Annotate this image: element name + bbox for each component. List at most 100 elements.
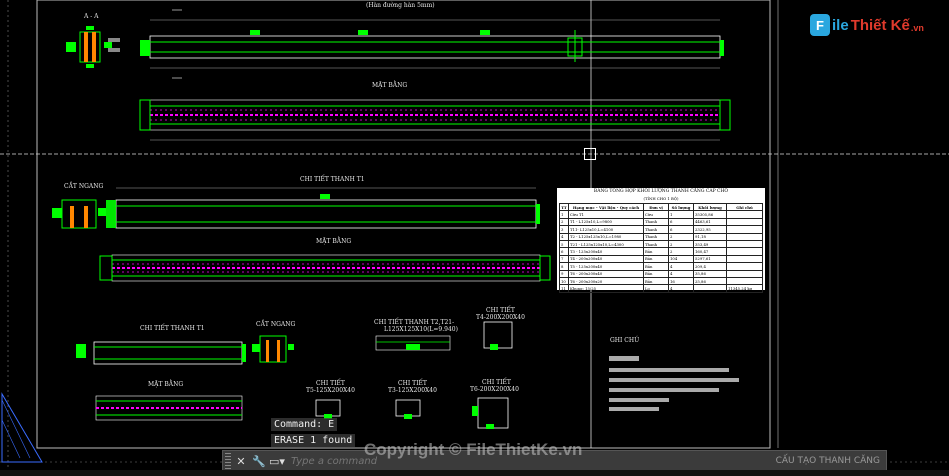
table-cell: Bản xyxy=(643,254,669,264)
table-cell xyxy=(726,247,763,256)
table-cell: T21 - L125x125x10,L=4300 xyxy=(568,239,644,249)
status-strip xyxy=(0,470,949,476)
table-cell: 2 xyxy=(668,232,694,241)
table-cell xyxy=(726,239,763,249)
table-cell: 5297,61 xyxy=(693,254,727,264)
table-cell: T6 - 200x200x40 xyxy=(568,269,644,278)
cat-ngang-2-drawing xyxy=(252,335,294,363)
table-cell: 2322,95 xyxy=(693,225,727,234)
command-history-line-2: ERASE 1 found xyxy=(271,434,356,447)
t3-plate-drawing xyxy=(395,399,421,419)
table-cell: 4 xyxy=(668,284,694,293)
table-cell: 10 xyxy=(559,276,569,286)
table-cell xyxy=(726,269,763,278)
table-title: BẢNG TỔNG HỢP KHỐI LƯỢNG THANH CĂNG CAP … xyxy=(593,189,729,194)
logo-word2: Thiết Kế xyxy=(850,16,910,34)
table-cell: 9 xyxy=(559,269,569,278)
table-row: 9 T6 - 200x200x40 Bản 4 35,86 xyxy=(559,269,763,278)
table-cell: Thanh xyxy=(643,217,669,227)
logo-word3: .vn xyxy=(910,22,924,33)
table-cell: Bản xyxy=(643,269,669,278)
plan-3-drawing xyxy=(95,395,243,421)
label-chi-tiet-t3-sub: T3-125X200X40 xyxy=(388,387,437,394)
label-section-aa: A - A xyxy=(84,13,99,20)
table-cell: 104 xyxy=(668,254,694,264)
wrench-icon[interactable]: 🔧 xyxy=(251,453,267,469)
table-cell: 25,86 xyxy=(693,276,727,286)
beam-t1-detail-small xyxy=(76,341,246,365)
table-cell: 11345,24 kg xyxy=(726,284,763,293)
table-cell: Bản xyxy=(643,262,669,271)
table-cell: 1 xyxy=(668,210,694,219)
table-cell: 353,49 xyxy=(693,239,727,249)
label-chi-tiet-t6-sub: T6-200X200X40 xyxy=(470,386,519,393)
table-cell: 7 xyxy=(559,254,569,264)
command-bar-grip[interactable] xyxy=(225,453,231,469)
label-cat-ngang-1: CẮT NGANG xyxy=(64,183,104,190)
table-cell: 2 xyxy=(559,217,569,227)
quantity-table-panel: BẢNG TỔNG HỢP KHỐI LƯỢNG THANH CĂNG CAP … xyxy=(557,188,765,293)
table-row: 8 T5 - 125x200x40 Bản 4 209,4 xyxy=(559,262,763,271)
table-row: 5 T21 - L125x125x10,L=4300 Thanh 2 353,49 xyxy=(559,239,763,249)
table-cell: 3 xyxy=(559,225,569,234)
label-chi-tiet-t2-sub: L125X125X10(L=9.940) xyxy=(384,326,458,333)
label-mat-bang-1: MẶT BẰNG xyxy=(372,82,408,89)
table-cell: Bản xyxy=(643,276,669,286)
plan-2-drawing xyxy=(99,254,551,282)
table-cell: 1 xyxy=(559,210,569,219)
table-cell: T4 - 200x200x40 xyxy=(568,254,644,264)
beam-t1-elevation xyxy=(106,187,540,229)
table-row: 10 T6 - 200x200x20 Bản 16 25,86 xyxy=(559,276,763,286)
table-cell xyxy=(726,225,763,234)
logo-badge: F xyxy=(810,14,830,36)
table-cell: T11- L125x10,L=4100 xyxy=(568,225,644,234)
label-cat-ngang-2: CẮT NGANG xyxy=(256,321,296,328)
table-cell: 4 xyxy=(668,269,694,278)
table-subtitle: (TÍNH CHO 1 BỘ) xyxy=(643,196,679,201)
table-cell: 6 xyxy=(668,217,694,227)
table-cell: 4 xyxy=(668,262,694,271)
table-cell: T3 - 125x200x40 xyxy=(568,247,644,256)
command-prompt-icon[interactable]: ▭▾ xyxy=(269,453,285,469)
layout-tab-label[interactable]: CẤU TẠO THANH CĂNG xyxy=(776,456,880,466)
label-chi-tiet-t1-a: CHI TIẾT THANH T1 xyxy=(300,176,365,183)
table-cell: 160,47 xyxy=(693,247,727,256)
table-cell: Lo xyxy=(643,284,669,293)
table-row: 3 T11- L125x10,L=4100 Thanh 6 2322,95 xyxy=(559,225,763,234)
command-history-line-1: Command: E xyxy=(271,418,338,431)
label-top-note: (Hàn đường hàn 5mm) xyxy=(366,2,435,9)
t5-plate-drawing xyxy=(315,399,341,419)
label-ghi-chu: GHI CHÚ xyxy=(610,337,640,344)
table-header-cell: Số lượng xyxy=(668,202,694,212)
close-icon[interactable]: ✕ xyxy=(233,453,249,469)
cursor-pickbox xyxy=(584,148,596,160)
table-cell: 209,4 xyxy=(693,262,727,271)
table-header-cell: Hạng mục - Vật liệu - Quy cách xyxy=(568,202,644,212)
table-row: 6 T3 - 125x200x40 Bản 2 160,47 xyxy=(559,247,763,256)
table-cell xyxy=(693,284,727,293)
table-row: 2 T1 - L125x10,L=9800 Thanh 6 4463,61 xyxy=(559,217,763,227)
table-cell: 6 xyxy=(559,247,569,256)
table-cell: 16 xyxy=(668,276,694,286)
table-cell: 8 xyxy=(559,262,569,271)
ghi-chu-lines xyxy=(609,356,739,411)
table-cell: Thanh xyxy=(643,225,669,234)
cat-ngang-1-drawing xyxy=(52,199,106,229)
table-cell: T5 - 125x200x40 xyxy=(568,262,644,271)
table-row: 1 Cừu T1 Cừu 1 35305,86 xyxy=(559,210,763,219)
table-cell: 11 xyxy=(559,284,569,293)
table-row: 7 T4 - 200x200x40 Bản 104 5297,61 xyxy=(559,254,763,264)
table-cell: 2 xyxy=(668,247,694,256)
table-cell: 35,86 xyxy=(693,269,727,278)
copyright-watermark: Copyright © FileThietKe.vn xyxy=(364,440,583,459)
label-chi-tiet-t4: CHI TIẾT xyxy=(486,307,515,314)
table-header-cell: Ghi chú xyxy=(726,202,763,212)
label-mat-bang-3: MẶT BẰNG xyxy=(148,381,184,388)
table-cell: 35305,86 xyxy=(693,210,727,219)
table-cell xyxy=(726,217,763,227)
table-cell: Bản xyxy=(643,247,669,256)
table-cell: T6 - 200x200x20 xyxy=(568,276,644,286)
table-cell: 4 xyxy=(559,232,569,241)
table-cell xyxy=(726,276,763,286)
cad-drawing-canvas[interactable] xyxy=(0,0,949,476)
